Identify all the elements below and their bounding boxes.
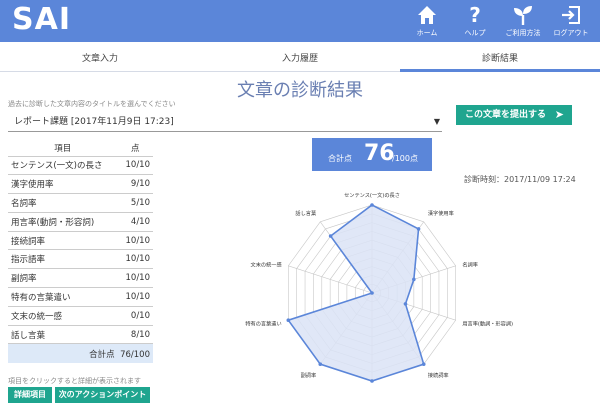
radar-data-point (318, 362, 323, 366)
radar-data-point (328, 234, 333, 238)
radar-data-point (370, 379, 374, 383)
dropdown-arrow-icon: ▼ (433, 117, 440, 126)
row-score: 4/10 (117, 212, 153, 232)
score-row-sentence-length[interactable]: センテンス(一文)の長さ 10/10 (8, 156, 153, 176)
question-icon: ? (469, 3, 481, 27)
score-table: 項目 点 センテンス(一文)の長さ 10/10 漢字使用率 9/10 名詞率 5/10… (8, 140, 153, 363)
radar-axis-label: 副詞率 (301, 371, 317, 379)
row-label: 文末の統一感 (8, 306, 118, 326)
score-row-peculiar-wording[interactable]: 特有の言葉遣い 10/10 (8, 287, 153, 307)
selected-document: レポート課題 [2017年11月9日 17:23] (14, 117, 174, 127)
score-total-row: 合計点 76/100 (8, 343, 153, 363)
submit-label: この文章を提出する (465, 110, 547, 120)
row-label: 副詞率 (8, 268, 118, 289)
score-row-conjunction-rate[interactable]: 接続詞率 10/10 (8, 231, 153, 251)
sprout-icon (514, 6, 532, 25)
score-row-sentence-ending[interactable]: 文末の統一感 0/10 (8, 306, 153, 326)
nav-usage-label: ご利用方法 (505, 29, 541, 37)
nav-home-button[interactable]: ホーム (401, 3, 453, 39)
radar-data-point (370, 291, 374, 295)
row-label: 特有の言葉遣い (8, 287, 118, 307)
radar-axis-label: 文末の統一感 (251, 261, 282, 269)
score-row-adverb-rate[interactable]: 副詞率 10/10 (8, 268, 153, 289)
tab-bar: 文章入力 入力履歴 診断結果 (0, 48, 600, 72)
column-header-score: 点 (117, 140, 153, 157)
radar-data-point (412, 277, 416, 282)
row-score: 5/10 (117, 193, 153, 213)
row-score: 8/10 (117, 325, 153, 345)
logout-icon (562, 6, 580, 24)
select-hint: 過去に診断した文章内容のタイトルを選んでください (8, 100, 176, 108)
tab-text-input[interactable]: 文章入力 (0, 48, 200, 72)
score-row-demonstrative-rate[interactable]: 指示語率 10/10 (8, 249, 153, 270)
tab-diagnosis-result[interactable]: 診断結果 (400, 48, 600, 72)
nav-logout-button[interactable]: ログアウト (545, 3, 597, 39)
nav-help-label: ヘルプ (464, 29, 486, 37)
document-select[interactable]: レポート課題 [2017年11月9日 17:23] ▼ (8, 112, 442, 132)
row-score: 10/10 (117, 287, 153, 307)
total-cell: 合計点 76/100 (8, 343, 153, 363)
top-bar: SAI ホーム ? ヘルプ ご利用方法 ログアウト (0, 0, 600, 42)
row-label: 名詞率 (8, 193, 118, 213)
app-logo[interactable]: SAI (12, 2, 71, 37)
row-label: 用言率(動詞・形容詞) (8, 212, 118, 232)
row-score: 9/10 (117, 174, 153, 195)
row-score: 10/10 (117, 268, 153, 289)
radar-chart: センテンス(一文)の長さ漢字使用率名詞率用言率(動詞・形容詞) 接続詞率指示語率 副… (245, 191, 513, 390)
radar-data-point (421, 362, 426, 366)
row-score: 10/10 (117, 156, 153, 176)
total-score-box: 合計点 76 /100点 (312, 138, 432, 171)
row-label: 漢字使用率 (8, 174, 118, 195)
radar-axis-label: 話し言葉 (295, 209, 317, 217)
score-row-kanji-rate[interactable]: 漢字使用率 9/10 (8, 174, 153, 195)
row-score: 10/10 (117, 231, 153, 251)
home-icon (418, 6, 436, 24)
tab-input-history[interactable]: 入力履歴 (200, 48, 400, 72)
score-row-spoken-language[interactable]: 話し言葉 8/10 (8, 325, 153, 345)
nav-usage-button[interactable]: ご利用方法 (497, 3, 549, 39)
total-value: 76/100 (120, 349, 150, 360)
radar-data-point (403, 302, 408, 306)
radar-axis-label: 接続詞率 (428, 371, 449, 379)
row-score: 10/10 (117, 249, 153, 270)
score-row-predicate-rate[interactable]: 用言率(動詞・形容詞) 4/10 (8, 212, 153, 232)
column-header-item: 項目 (8, 140, 118, 157)
row-label: センテンス(一文)の長さ (8, 156, 118, 176)
row-label: 指示語率 (8, 249, 118, 270)
nav-help-button[interactable]: ? ヘルプ (449, 3, 501, 39)
nav-home-label: ホーム (416, 29, 438, 37)
score-label: 合計点 (328, 154, 352, 163)
radar-data-area (287, 204, 425, 382)
radar-data-point (370, 203, 374, 207)
row-score: 0/10 (117, 306, 153, 326)
row-label: 話し言葉 (8, 325, 118, 345)
score-suffix: /100点 (392, 154, 418, 163)
radar-axis-label: 指示語率 (362, 389, 383, 390)
radar-data-point (286, 318, 291, 322)
click-hint: 項目をクリックすると詳細が表示されます (8, 377, 141, 385)
radar-axis-label: 漢字使用率 (428, 209, 454, 217)
score-row-noun-rate[interactable]: 名詞率 5/10 (8, 193, 153, 213)
detail-items-button[interactable]: 詳細項目 (8, 387, 52, 403)
nav-logout-label: ログアウト (553, 29, 589, 37)
next-action-button[interactable]: 次のアクションポイント (55, 387, 150, 403)
total-label: 合計点 (89, 349, 115, 360)
send-arrow-icon: ➤ (554, 108, 564, 121)
submit-button[interactable]: この文章を提出する ➤ (456, 105, 572, 125)
radar-data-point (416, 227, 421, 231)
radar-axis-label: 特有の言葉遣い (245, 319, 281, 327)
score-value: 76 (364, 141, 395, 166)
row-label: 接続詞率 (8, 231, 118, 251)
radar-axis-label: 用言率(動詞・形容詞) (462, 319, 513, 327)
radar-axis-label: 名詞率 (462, 261, 478, 269)
radar-axis-label: センテンス(一文)の長さ (344, 191, 400, 199)
